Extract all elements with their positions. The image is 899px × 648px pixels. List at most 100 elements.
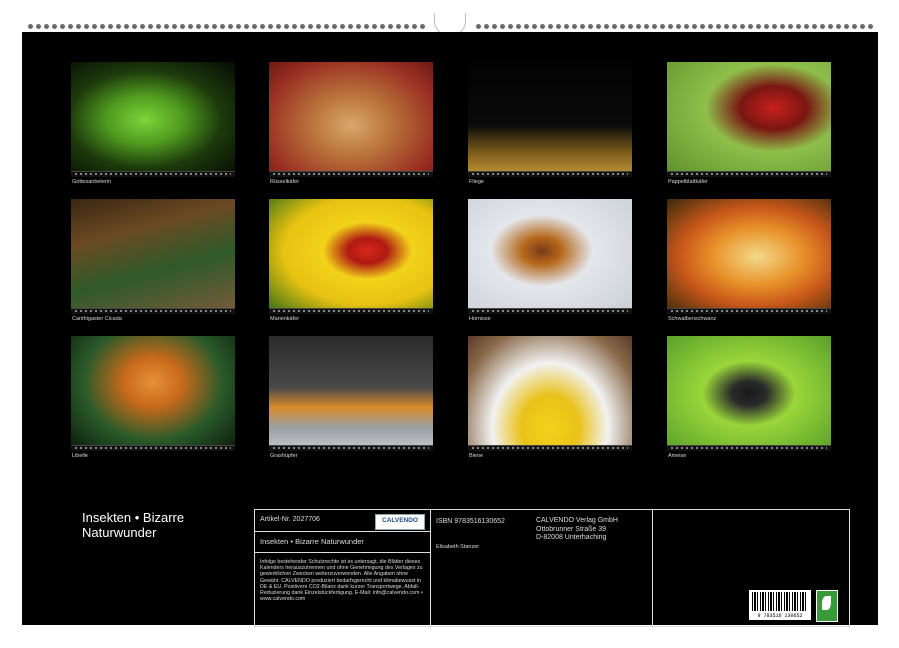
spiral-hole	[684, 24, 689, 29]
insect-photo	[269, 199, 433, 314]
insect-photo	[667, 199, 831, 314]
spiral-hole	[556, 24, 561, 29]
spiral-hole	[220, 24, 225, 29]
insect-photo	[71, 62, 235, 177]
info-box: Artikel-Nr. 2027706 CALVENDO Insekten • …	[254, 509, 850, 627]
spiral-hole	[644, 24, 649, 29]
spiral-hole	[116, 24, 121, 29]
spiral-hole	[748, 24, 753, 29]
spiral-hole	[692, 24, 697, 29]
spiral-hole	[36, 24, 41, 29]
spiral-hole	[524, 24, 529, 29]
spiral-hole	[156, 24, 161, 29]
spiral-hole	[548, 24, 553, 29]
spiral-hole	[140, 24, 145, 29]
spiral-hole	[172, 24, 177, 29]
spiral-hole	[148, 24, 153, 29]
spiral-hole	[236, 24, 241, 29]
spiral-hole	[76, 24, 81, 29]
calvendo-logo: CALVENDO	[375, 514, 425, 530]
photo-caption: Hornisse	[469, 316, 491, 322]
spiral-hole	[812, 24, 817, 29]
spiral-hole	[356, 24, 361, 29]
spiral-hole	[28, 24, 33, 29]
spiral-hole	[396, 24, 401, 29]
spiral-hole	[668, 24, 673, 29]
spiral-hole	[412, 24, 417, 29]
spiral-hole	[860, 24, 865, 29]
spiral-hole	[420, 24, 425, 29]
photo-day-strip	[468, 308, 632, 314]
spiral-hole	[228, 24, 233, 29]
spiral-hole	[340, 24, 345, 29]
spiral-hole	[164, 24, 169, 29]
spiral-hole	[300, 24, 305, 29]
publisher-street: Ottobrunner Straße 39	[536, 525, 607, 533]
spiral-hole	[212, 24, 217, 29]
spiral-hole	[52, 24, 57, 29]
spiral-hole	[540, 24, 545, 29]
divider	[652, 510, 653, 626]
photo-day-strip	[667, 445, 831, 451]
spiral-hole	[844, 24, 849, 29]
spiral-hole	[268, 24, 273, 29]
divider	[430, 510, 431, 626]
spiral-hole	[124, 24, 129, 29]
spiral-hole	[404, 24, 409, 29]
calendar-back-cover: Gottesanbeterin Rüsselkäfer Fliege Pappelbl…	[22, 32, 878, 627]
spiral-hole	[716, 24, 721, 29]
spiral-hole	[508, 24, 513, 29]
photo-day-strip	[269, 308, 433, 314]
spiral-hole	[732, 24, 737, 29]
spiral-hole	[308, 24, 313, 29]
spiral-hole	[476, 24, 481, 29]
spiral-hole	[620, 24, 625, 29]
spiral-hole	[804, 24, 809, 29]
photo-caption: Fliege	[469, 179, 484, 185]
photo-day-strip	[71, 308, 235, 314]
spiral-hole	[868, 24, 873, 29]
spiral-hole	[580, 24, 585, 29]
photo-caption: Gottesanbeterin	[72, 179, 112, 185]
spiral-hole	[588, 24, 593, 29]
insect-photo	[468, 62, 632, 177]
spiral-hole	[828, 24, 833, 29]
spiral-hole	[380, 24, 385, 29]
spiral-hole	[244, 24, 249, 29]
spiral-hole	[772, 24, 777, 29]
spiral-hole	[532, 24, 537, 29]
spiral-hole	[484, 24, 489, 29]
publisher-name: CALVENDO Verlag GmbH	[536, 517, 618, 524]
photo-day-strip	[269, 445, 433, 451]
spiral-hole	[740, 24, 745, 29]
photo-caption: Canthigaster Cicada	[72, 316, 122, 322]
spiral-hole	[284, 24, 289, 29]
spiral-hole	[764, 24, 769, 29]
divider	[255, 531, 430, 532]
spiral-hole	[332, 24, 337, 29]
photo-caption: Ameise	[668, 453, 687, 459]
spiral-hole	[196, 24, 201, 29]
spiral-hole	[180, 24, 185, 29]
spiral-hole	[788, 24, 793, 29]
spiral-hole	[612, 24, 617, 29]
spiral-hole	[68, 24, 73, 29]
spiral-hole	[820, 24, 825, 29]
legal-text: Infolge bestehender Schutzrechte ist es …	[260, 559, 423, 603]
spiral-hole	[60, 24, 65, 29]
insect-photo	[269, 62, 433, 177]
spiral-hole	[852, 24, 857, 29]
photo-caption: Rüsselkäfer	[270, 179, 300, 185]
spiral-hole	[700, 24, 705, 29]
spiral-hole	[188, 24, 193, 29]
spiral-hole	[324, 24, 329, 29]
spiral-hole	[596, 24, 601, 29]
insect-photo	[71, 199, 235, 314]
spiral-hole	[492, 24, 497, 29]
insect-photo	[667, 62, 831, 177]
photo-caption: Schwalbenschwanz	[668, 316, 717, 322]
insect-photo	[468, 199, 632, 314]
photo-day-strip	[71, 171, 235, 177]
spiral-hole	[756, 24, 761, 29]
spiral-hole	[636, 24, 641, 29]
